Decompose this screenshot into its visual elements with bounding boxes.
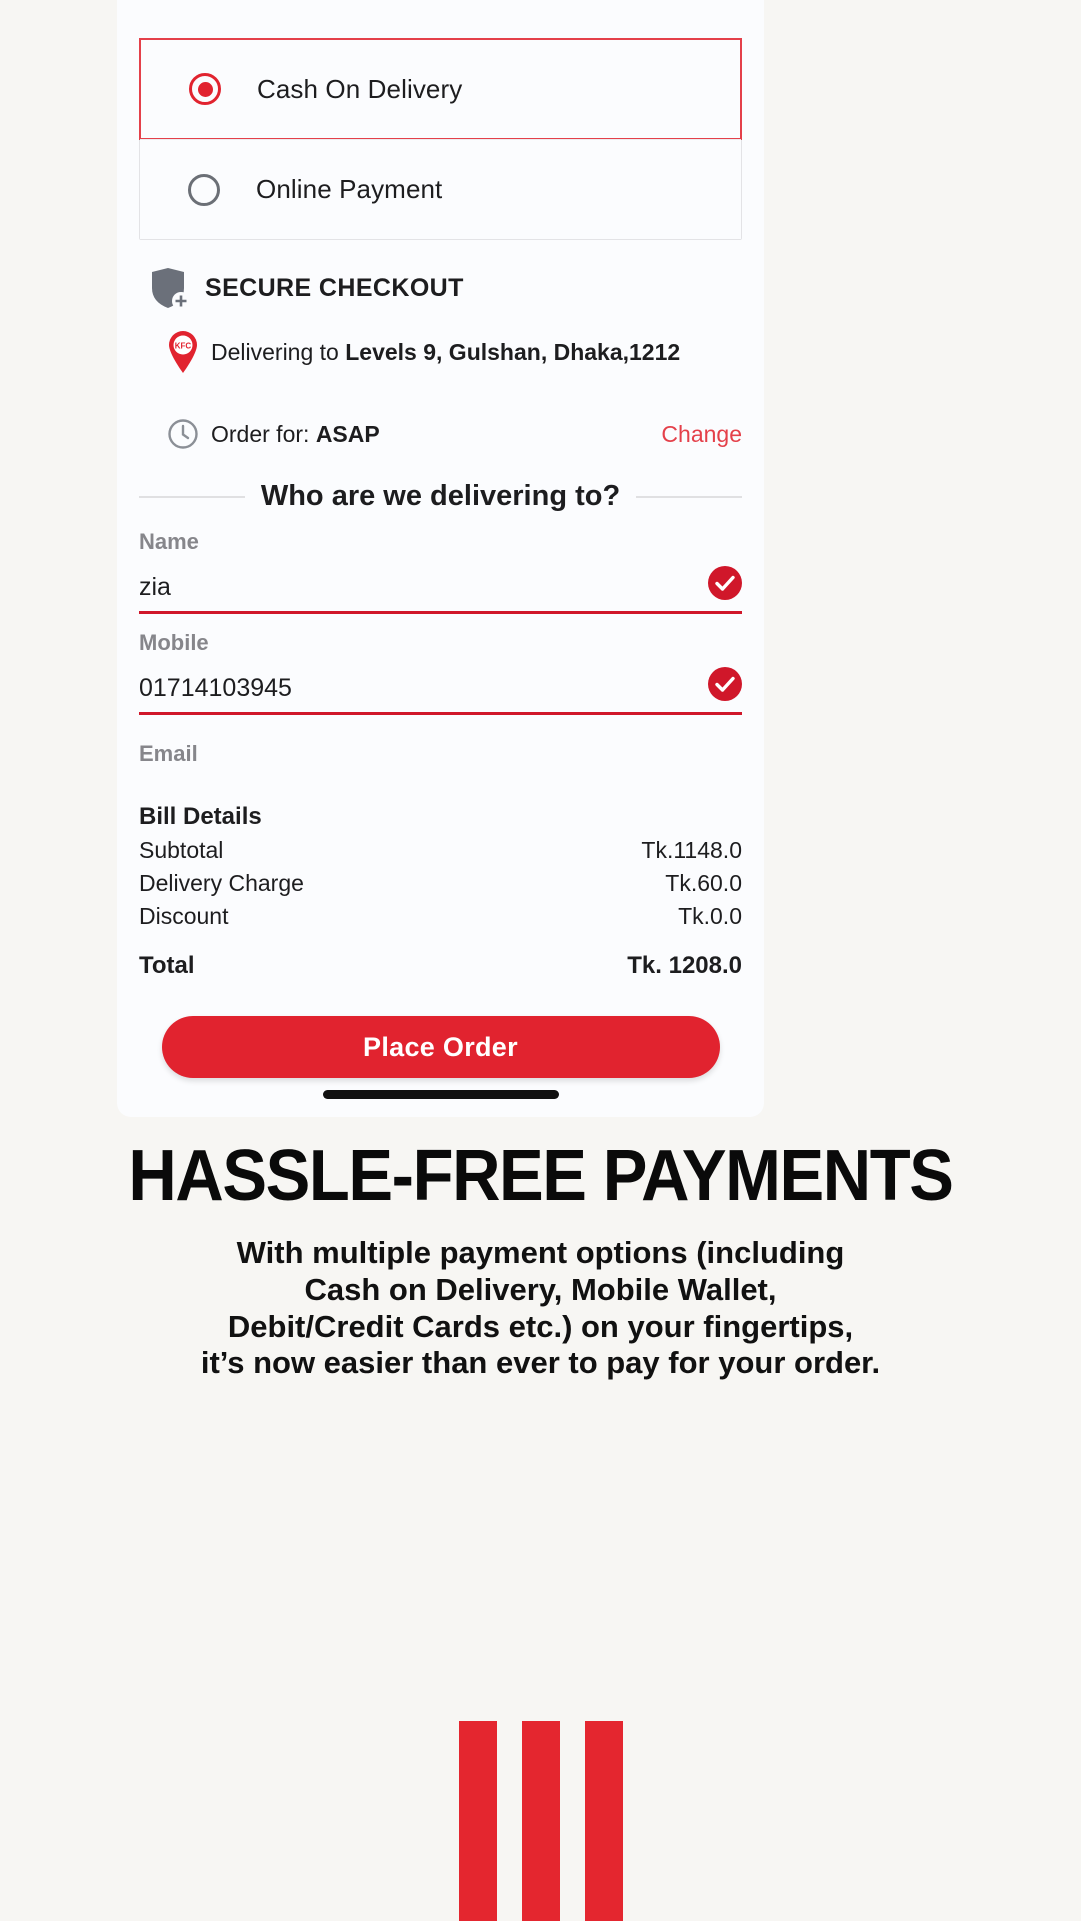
red-bar bbox=[521, 1721, 560, 1921]
promo-body: With multiple payment options (including… bbox=[0, 1235, 1081, 1381]
secure-checkout-header: SECURE CHECKOUT bbox=[139, 266, 742, 310]
name-field-underline bbox=[139, 611, 742, 614]
name-input-row[interactable]: zia bbox=[139, 555, 742, 611]
shield-plus-icon bbox=[147, 266, 190, 310]
payment-option-label: Online Payment bbox=[256, 174, 443, 204]
bill-row-amount: Tk.1148.0 bbox=[641, 837, 742, 863]
promo-section: HASSLE-FREE PAYMENTS With multiple payme… bbox=[0, 1136, 1081, 1382]
name-valid-check-icon bbox=[708, 566, 742, 600]
mobile-input-row[interactable]: 01714103945 bbox=[139, 656, 742, 712]
bill-total-label: Total bbox=[139, 952, 195, 979]
promo-body-line: Cash on Delivery, Mobile Wallet, bbox=[304, 1272, 777, 1308]
name-field-group: Name zia bbox=[139, 529, 742, 614]
red-bar bbox=[584, 1721, 623, 1921]
email-field-label[interactable]: Email bbox=[139, 741, 742, 767]
radio-unselected-icon[interactable] bbox=[188, 173, 220, 206]
mobile-valid-check-icon bbox=[708, 667, 742, 701]
bill-total-amount: Tk. 1208.0 bbox=[627, 952, 742, 979]
bill-row-label: Delivery Charge bbox=[139, 870, 304, 896]
delivering-to-title: Who are we delivering to? bbox=[260, 480, 621, 512]
mobile-field-underline bbox=[139, 712, 742, 715]
decorative-red-bars bbox=[458, 1721, 623, 1921]
order-time-row: Order for: ASAP Change bbox=[139, 418, 742, 450]
bill-details-title: Bill Details bbox=[139, 803, 262, 830]
order-time-value: ASAP bbox=[315, 420, 380, 447]
place-order-button[interactable]: Place Order bbox=[161, 1016, 720, 1078]
secure-checkout-title: SECURE CHECKOUT bbox=[205, 273, 464, 302]
svg-text:KFC: KFC bbox=[175, 342, 192, 351]
promo-headline: HASSLE-FREE PAYMENTS bbox=[128, 1136, 954, 1216]
bill-row-amount: Tk.60.0 bbox=[665, 870, 742, 896]
kfc-map-pin-icon: KFC bbox=[167, 330, 199, 374]
name-input-value[interactable]: zia bbox=[139, 565, 171, 602]
payment-option-label: Cash On Delivery bbox=[257, 73, 463, 104]
delivering-to-heading: Who are we delivering to? bbox=[139, 480, 743, 513]
name-field-label: Name bbox=[139, 529, 199, 554]
promo-body-line: it’s now easier than ever to pay for you… bbox=[200, 1345, 881, 1381]
mobile-field-label: Mobile bbox=[139, 630, 209, 655]
bill-row: Delivery Charge Tk.60.0 bbox=[139, 870, 742, 897]
checkout-screen: Cash On Delivery Online Payment SECURE C… bbox=[117, 38, 764, 1078]
home-indicator bbox=[322, 1090, 559, 1099]
clock-icon bbox=[167, 418, 199, 450]
divider-line-left bbox=[139, 495, 245, 498]
bill-row: Subtotal Tk.1148.0 bbox=[139, 837, 742, 864]
delivery-prefix: Delivering to bbox=[211, 338, 346, 365]
mobile-input-value[interactable]: 01714103945 bbox=[139, 666, 292, 703]
phone-mockup: Cash On Delivery Online Payment SECURE C… bbox=[117, 0, 764, 1117]
order-time-prefix: Order for: bbox=[211, 420, 316, 447]
bill-row-label: Discount bbox=[139, 903, 229, 929]
bill-row-label: Subtotal bbox=[139, 837, 224, 863]
promo-body-line: Debit/Credit Cards etc.) on your fingert… bbox=[227, 1308, 854, 1344]
radio-selected-icon[interactable] bbox=[189, 73, 221, 105]
bill-row-amount: Tk.0.0 bbox=[678, 903, 742, 929]
bill-total-row: Total Tk. 1208.0 bbox=[139, 952, 742, 980]
delivery-address-text: Delivering to Levels 9, Gulshan, Dhaka,1… bbox=[211, 339, 680, 366]
payment-method-list: Cash On Delivery Online Payment bbox=[139, 38, 742, 240]
payment-option-cash-on-delivery[interactable]: Cash On Delivery bbox=[139, 38, 742, 140]
delivery-address-row[interactable]: KFC Delivering to Levels 9, Gulshan, Dha… bbox=[139, 330, 742, 374]
email-field-group: Email bbox=[139, 741, 742, 767]
red-bar bbox=[458, 1721, 497, 1921]
payment-option-online-payment[interactable]: Online Payment bbox=[140, 139, 741, 239]
delivery-address-value: Levels 9, Gulshan, Dhaka,1212 bbox=[345, 338, 681, 365]
mobile-field-group: Mobile 01714103945 bbox=[139, 630, 742, 715]
bill-row: Discount Tk.0.0 bbox=[139, 903, 742, 930]
divider-line-right bbox=[636, 495, 743, 498]
change-order-time-link[interactable]: Change bbox=[661, 421, 742, 448]
order-time-text: Order for: ASAP bbox=[211, 421, 380, 448]
promo-body-line: With multiple payment options (including bbox=[236, 1235, 845, 1271]
